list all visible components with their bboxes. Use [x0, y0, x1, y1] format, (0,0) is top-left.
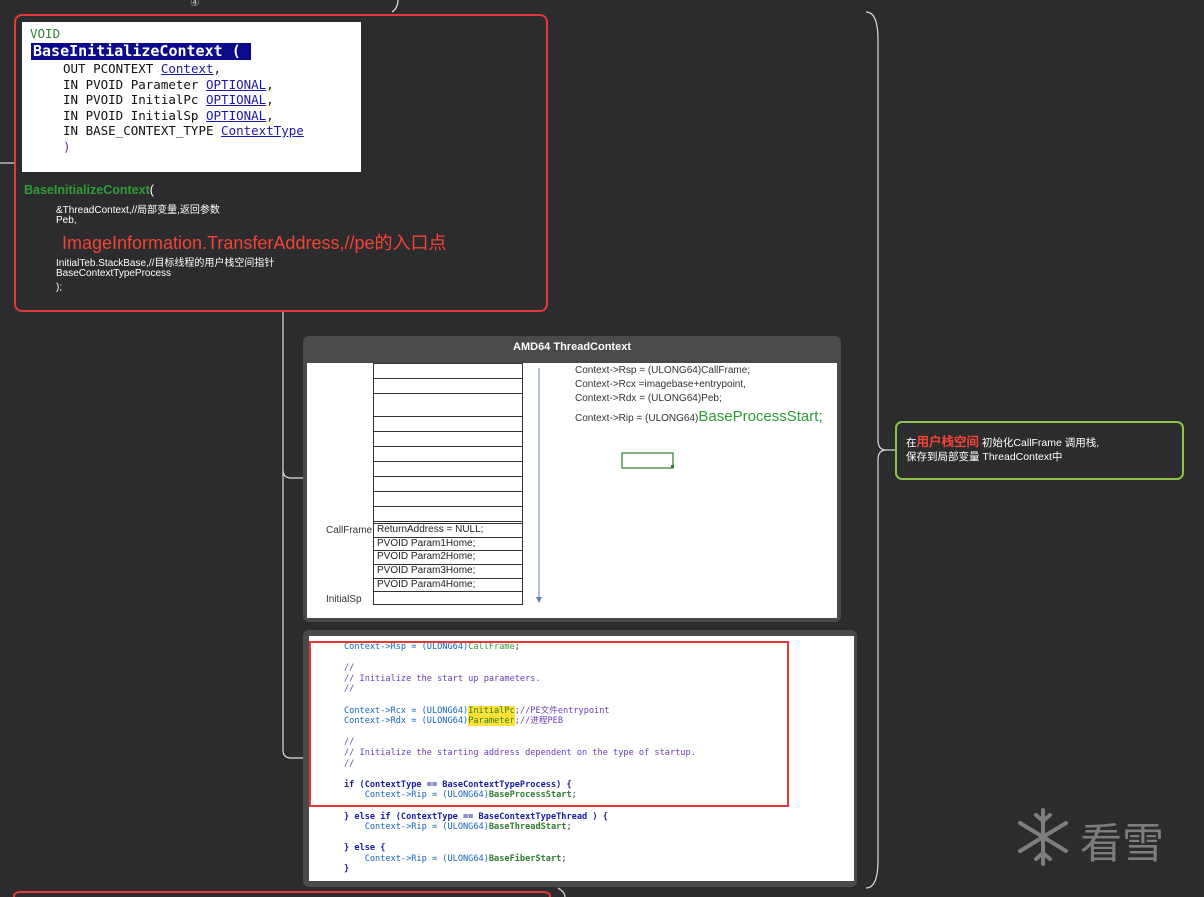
- watermark: 看雪: [1080, 819, 1165, 868]
- highlight-box: [309, 641, 789, 807]
- ctx-line: Context->Rdx = (ULONG64)Peb;: [575, 393, 722, 404]
- ctx-line: Context->Rsp = (ULONG64)CallFrame;: [575, 365, 751, 376]
- snowflake-icon: [1018, 808, 1068, 866]
- ctx-rip-line: Context->Rip = (ULONG64)BaseProcessStart…: [575, 408, 823, 425]
- note-line-1: 在用户栈空间 初始化CallFrame 调用栈,: [906, 435, 1100, 449]
- note-line-2: 保存到局部变量 ThreadContext中: [906, 451, 1063, 463]
- ctx-line: Context->Rcx =imagebase+entrypoint,: [575, 379, 746, 390]
